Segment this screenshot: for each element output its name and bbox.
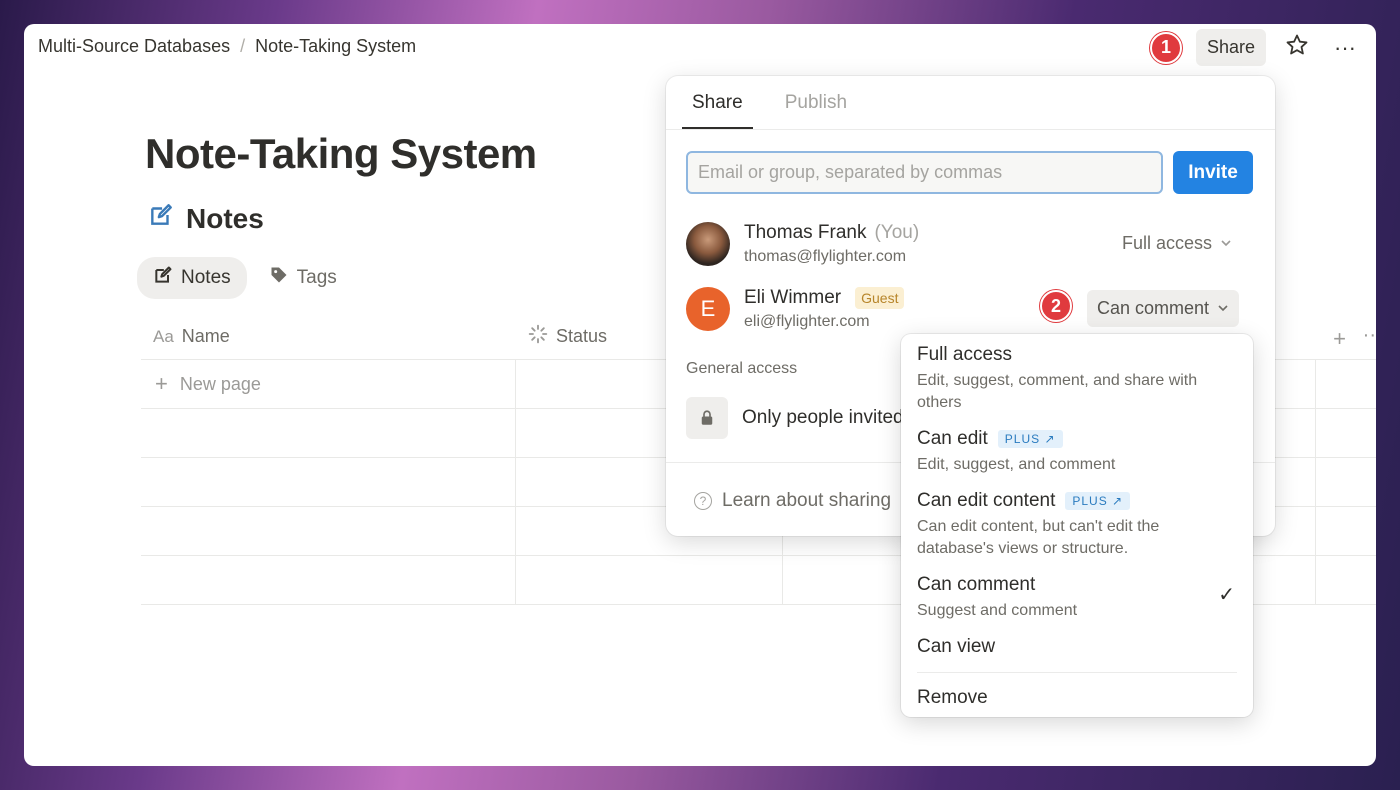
breadcrumb-current[interactable]: Note-Taking System [255,36,416,57]
menu-item-desc: Edit, suggest, comment, and share with o… [917,372,1198,411]
lock-icon [686,397,728,439]
general-access-value: Only people invited [742,407,904,428]
table-cell[interactable] [516,556,783,604]
column-label: Status [556,326,608,346]
view-tab-tags[interactable]: Tags [253,257,353,299]
edit-icon [148,202,174,235]
text-property-icon: Aa [153,326,174,346]
table-cell[interactable] [1316,409,1376,457]
person-row: E Eli Wimmer Guest eli@flylighter.com [686,287,905,331]
help-icon: ? [694,492,712,510]
check-icon: ✓ [1218,584,1235,606]
chevron-down-icon [1217,298,1229,319]
menu-item-label-row: Can edit PLUS ↗ [917,428,1237,450]
table-cell[interactable] [141,556,516,604]
menu-item-can-comment[interactable]: Can comment Suggest and comment ✓ [901,574,1253,622]
view-tab-label: Tags [296,267,337,288]
menu-item-label: Can comment [917,574,1036,595]
breadcrumb-parent[interactable]: Multi-Source Databases [38,36,230,57]
person-name-row: Eli Wimmer Guest [744,287,905,309]
invite-row: Invite [686,151,1253,194]
menu-divider [917,672,1237,673]
email-input[interactable] [686,151,1163,194]
access-label: Can comment [1097,298,1210,318]
avatar: E [686,287,730,331]
menu-item-label: Can view [917,636,996,657]
column-label: Name [181,326,230,346]
more-icon[interactable]: ··· [1328,35,1362,61]
tab-share[interactable]: Share [682,76,753,129]
chevron-down-icon [1220,233,1232,254]
general-access-row[interactable]: Only people invited [686,397,904,439]
step-badge-1: 1 [1149,31,1182,64]
person-row: Thomas Frank (You) thomas@flylighter.com [686,222,919,266]
new-page-label: New page [179,373,261,394]
tab-publish[interactable]: Publish [775,76,857,129]
menu-item-label-row: Can edit content PLUS ↗ [917,490,1237,512]
menu-item-can-edit[interactable]: Can edit PLUS ↗ Edit, suggest, and comme… [901,428,1253,476]
person-email: thomas@flylighter.com [744,248,907,265]
person-name: Thomas Frank [744,222,867,243]
breadcrumb: Multi-Source Databases / Note-Taking Sys… [38,36,416,57]
invite-button[interactable]: Invite [1173,151,1253,194]
edit-icon [153,265,173,291]
view-tabs: Notes Tags [137,257,353,299]
plus-icon: + [155,371,168,396]
person-name-row: Thomas Frank (You) [744,222,919,244]
view-tab-label: Notes [181,267,231,288]
menu-item-label: Can edit content [917,490,1056,511]
menu-item-remove[interactable]: Remove [901,687,1253,709]
menu-item-desc: Edit, suggest, and comment [917,456,1116,473]
plus-tag: PLUS ↗ [1065,492,1131,510]
table-cell[interactable] [1316,507,1376,555]
general-access-label: General access [686,360,798,377]
menu-item-can-edit-content[interactable]: Can edit content PLUS ↗ Can edit content… [901,490,1253,560]
learn-label: Learn about sharing [722,490,892,511]
person-name: Eli Wimmer [744,287,842,308]
add-column-icon[interactable]: + [1333,326,1346,352]
app-window: Multi-Source Databases / Note-Taking Sys… [24,24,1376,766]
page-title[interactable]: Note-Taking System [145,130,537,178]
table-cell[interactable] [141,507,516,555]
column-header-name[interactable]: Aa Name [141,314,516,359]
table-cell[interactable] [1316,360,1376,408]
tag-icon [269,265,289,291]
view-tab-notes[interactable]: Notes [137,257,247,299]
table-cell[interactable] [141,458,516,506]
menu-item-label: Remove [917,687,988,708]
menu-item-full-access[interactable]: Full access Edit, suggest, comment, and … [901,344,1253,414]
you-label: (You) [874,222,920,243]
table-cell[interactable] [1316,556,1376,604]
step-badge-2: 2 [1040,290,1072,322]
access-dropdown[interactable]: Can comment [1087,290,1240,327]
table-cell[interactable] [1316,458,1376,506]
menu-item-label: Full access [917,344,1013,365]
menu-item-desc: Can edit content, but can't edit the dat… [917,518,1160,557]
table-cell[interactable] [141,409,516,457]
access-dropdown[interactable]: Full access [1122,233,1232,254]
database-title: Notes [148,202,264,235]
access-label: Full access [1122,233,1213,253]
star-icon[interactable] [1280,33,1314,63]
person-email: eli@flylighter.com [744,313,870,330]
more-icon[interactable]: ·· [1363,324,1376,347]
breadcrumb-separator: / [240,36,246,56]
share-button[interactable]: Share [1195,29,1266,66]
avatar [686,222,730,266]
new-page-cell[interactable]: + New page [141,360,516,408]
share-tabs: Share Publish [666,76,1275,130]
menu-item-can-view[interactable]: Can view [901,636,1253,658]
permission-menu: Full access Edit, suggest, comment, and … [901,334,1253,717]
status-icon [528,324,548,349]
plus-tag: PLUS ↗ [997,430,1063,448]
top-actions: 1 Share ··· [1149,29,1362,66]
menu-item-label: Can edit [917,428,988,449]
database-title-text[interactable]: Notes [186,203,264,235]
learn-about-sharing-link[interactable]: ? Learn about sharing [694,490,891,512]
menu-item-desc: Suggest and comment [917,602,1078,619]
guest-badge: Guest [855,287,905,309]
